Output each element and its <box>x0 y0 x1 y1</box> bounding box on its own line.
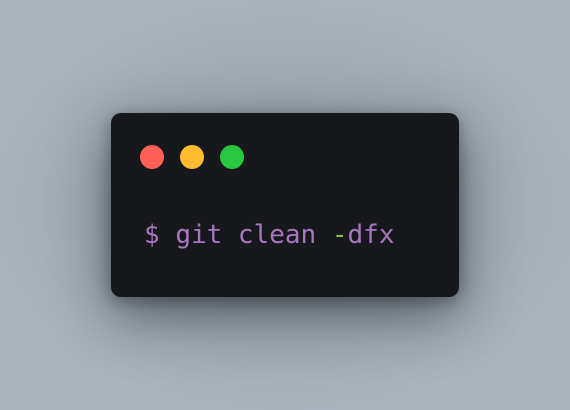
window-controls <box>140 145 244 169</box>
maximize-dot[interactable] <box>220 145 244 169</box>
minimize-dot[interactable] <box>180 145 204 169</box>
command-line: $ git clean -dfx <box>144 218 394 252</box>
flag-dash: - <box>331 220 348 250</box>
terminal-window: $ git clean -dfx <box>111 113 459 297</box>
flag-letters: dfx <box>347 220 395 250</box>
close-dot[interactable] <box>140 145 164 169</box>
command-text: git clean <box>175 220 332 250</box>
prompt-symbol: $ <box>144 220 160 250</box>
